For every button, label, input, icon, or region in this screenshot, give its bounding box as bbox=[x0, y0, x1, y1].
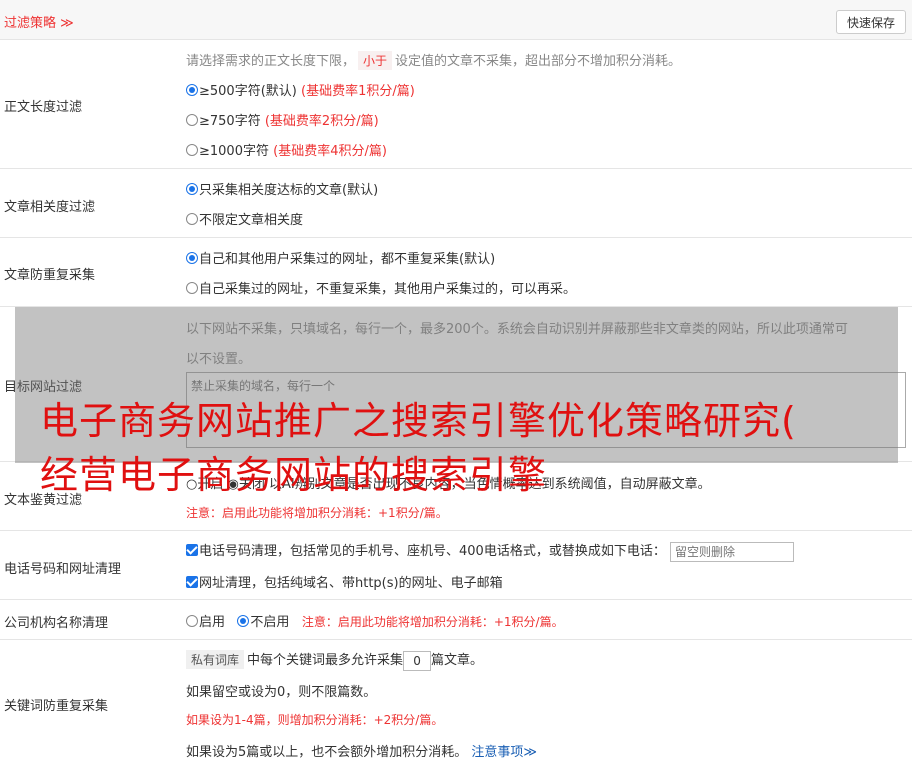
relevance-option-1[interactable]: 只采集相关度达标的文章(默认) bbox=[186, 179, 378, 198]
radio-selected-icon[interactable] bbox=[186, 252, 198, 264]
radio-selected-icon[interactable] bbox=[237, 615, 250, 627]
option-label: ≥750字符 bbox=[199, 114, 261, 129]
section-title[interactable]: 过滤策略 ≫ bbox=[4, 12, 74, 31]
filter-header: 过滤策略 ≫ 快速保存 bbox=[0, 0, 912, 40]
replace-phone-input[interactable] bbox=[669, 541, 794, 562]
option-label: 自己和其他用户采集过的网址，都不重复采集(默认) bbox=[199, 252, 496, 267]
phone-clean-option[interactable]: 电话号码清理，包括常见的手机号、座机号、400电话格式，或替换成如下电话： bbox=[186, 540, 794, 562]
radio-selected-icon[interactable] bbox=[186, 84, 198, 96]
radio-icon[interactable] bbox=[186, 213, 198, 225]
url-clean-option[interactable]: 网址清理，包括纯域名、带http(s)的网址、电子邮箱 bbox=[186, 572, 503, 591]
keyword-dup-label: 关键词防重复采集 bbox=[4, 699, 109, 714]
enable-label[interactable]: 启用 bbox=[199, 615, 225, 630]
option-label: 不限定文章相关度 bbox=[199, 213, 304, 228]
rate-note: (基础费率1积分/篇) bbox=[301, 84, 415, 99]
keyword-limit-line: 私有词库 中每个关键词最多允许采集 0 篇文章。 bbox=[186, 649, 483, 671]
option-label: 网址清理，包括纯域名、带http(s)的网址、电子邮箱 bbox=[199, 576, 503, 591]
quick-save-button[interactable]: 快速保存 bbox=[836, 10, 906, 34]
less-than-badge: 小于 bbox=[358, 51, 393, 70]
company-clean-label: 公司机构名称清理 bbox=[4, 616, 109, 631]
length-filter-desc: 请选择需求的正文长度下限， 小于 设定值的文章不采集，超出部分不增加积分消耗。 bbox=[186, 50, 681, 70]
option-label: 自己采集过的网址，不重复采集，其他用户采集过的，可以再采。 bbox=[199, 282, 577, 297]
radio-icon[interactable] bbox=[186, 114, 198, 126]
keyword-line-4: 如果设为5篇或以上，也不会额外增加积分消耗。 注意事项≫ bbox=[186, 741, 537, 760]
watermark-title-line-1: 电子商务网站推广之搜索引擎优化策略研究( bbox=[40, 399, 797, 443]
relevance-filter-label: 文章相关度过滤 bbox=[4, 200, 96, 215]
disable-label[interactable]: 不启用 bbox=[250, 615, 289, 630]
keyword-line-2: 如果留空或设为0，则不限篇数。 bbox=[186, 685, 377, 700]
radio-icon[interactable] bbox=[186, 282, 198, 294]
checkbox-checked-icon[interactable] bbox=[186, 576, 198, 588]
phone-clean-label: 电话号码和网址清理 bbox=[4, 562, 122, 577]
radio-selected-icon[interactable] bbox=[186, 183, 198, 195]
keyword-line-3: 如果设为1-4篇，则增加积分消耗：+2积分/篇。 bbox=[186, 713, 444, 727]
duplicate-option-1[interactable]: 自己和其他用户采集过的网址，都不重复采集(默认) bbox=[186, 248, 495, 267]
keyword-text: 中每个关键词最多允许采集 bbox=[247, 653, 404, 668]
duplicate-option-2[interactable]: 自己采集过的网址，不重复采集，其他用户采集过的，可以再采。 bbox=[186, 278, 576, 297]
relevance-filter-row: 文章相关度过滤 只采集相关度达标的文章(默认) 不限定文章相关度 bbox=[0, 169, 912, 238]
relevance-option-2[interactable]: 不限定文章相关度 bbox=[186, 209, 303, 228]
option-label: ≥500字符(默认) bbox=[199, 84, 297, 99]
radio-icon[interactable] bbox=[186, 615, 198, 627]
length-filter-label: 正文长度过滤 bbox=[4, 100, 83, 115]
duplicate-filter-row: 文章防重复采集 自己和其他用户采集过的网址，都不重复采集(默认) 自己采集过的网… bbox=[0, 238, 912, 307]
checkbox-checked-icon[interactable] bbox=[186, 544, 198, 556]
option-label: 电话号码清理，包括常见的手机号、座机号、400电话格式，或替换成如下电话： bbox=[199, 544, 666, 559]
notes-link[interactable]: 注意事项≫ bbox=[471, 745, 537, 760]
porn-filter-note: 注意：启用此功能将增加积分消耗：+1积分/篇。 bbox=[186, 506, 448, 520]
company-clean-row: 公司机构名称清理 启用 不启用 注意：启用此功能将增加积分消耗：+1积分/篇。 bbox=[0, 600, 912, 640]
option-label: ≥1000字符 bbox=[199, 144, 269, 159]
length-option-1000[interactable]: ≥1000字符 (基础费率4积分/篇) bbox=[186, 140, 387, 159]
length-option-750[interactable]: ≥750字符 (基础费率2积分/篇) bbox=[186, 110, 379, 129]
keyword-dup-row: 关键词防重复采集 私有词库 中每个关键词最多允许采集 0 篇文章。 如果留空或设为0，… bbox=[0, 640, 912, 768]
option-label: 只采集相关度达标的文章(默认) bbox=[199, 183, 379, 198]
keyword-text: 如果设为5篇或以上，也不会额外增加积分消耗。 bbox=[186, 745, 468, 760]
company-clean-options: 启用 不启用 注意：启用此功能将增加积分消耗：+1积分/篇。 bbox=[186, 611, 564, 630]
keyword-text: 篇文章。 bbox=[431, 653, 484, 668]
private-dict-badge[interactable]: 私有词库 bbox=[186, 650, 245, 669]
length-option-500[interactable]: ≥500字符(默认) (基础费率1积分/篇) bbox=[186, 80, 415, 99]
desc-text: 请选择需求的正文长度下限， bbox=[186, 54, 356, 69]
phone-clean-row: 电话号码和网址清理 电话号码清理，包括常见的手机号、座机号、400电话格式，或替… bbox=[0, 531, 912, 600]
watermark-title-line-2: 经营电子商务网站的搜索引擎 bbox=[40, 453, 548, 497]
rate-note: (基础费率4积分/篇) bbox=[273, 144, 387, 159]
radio-icon[interactable] bbox=[186, 144, 198, 156]
desc-text: 设定值的文章不采集，超出部分不增加积分消耗。 bbox=[395, 54, 682, 69]
length-filter-row: 正文长度过滤 请选择需求的正文长度下限， 小于 设定值的文章不采集，超出部分不增加积… bbox=[0, 40, 912, 169]
keyword-limit-input[interactable]: 0 bbox=[403, 650, 432, 671]
company-note: 注意：启用此功能将增加积分消耗：+1积分/篇。 bbox=[301, 615, 564, 629]
duplicate-filter-label: 文章防重复采集 bbox=[4, 268, 96, 283]
rate-note: (基础费率2积分/篇) bbox=[264, 114, 379, 129]
